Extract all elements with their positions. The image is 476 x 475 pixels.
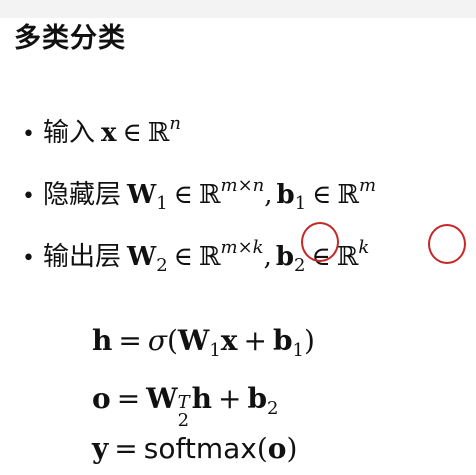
comma: , xyxy=(263,242,272,272)
annotation-circle-k-weight xyxy=(301,222,339,262)
eq-o-scripts: T 2 xyxy=(178,394,190,430)
bullet-dot: • xyxy=(22,122,35,147)
eq-o-bias: b xyxy=(247,382,268,415)
eq-h-equals: = xyxy=(118,324,142,357)
element-of: ∈ xyxy=(312,180,332,210)
input-label: 输入 xyxy=(42,118,95,148)
bullet-input: • 输入 x ∈ ℝ n xyxy=(22,112,181,152)
hidden-bias-dim: m xyxy=(359,175,377,196)
eq-y-lparen: ( xyxy=(256,432,268,465)
hidden-bias-sub: 1 xyxy=(294,193,307,214)
eq-y-equals: = xyxy=(114,432,138,465)
output-bias-dim: k xyxy=(358,237,370,258)
eq-h-lparen: ( xyxy=(166,324,178,357)
hidden-bias: b xyxy=(276,180,295,210)
hidden-weight-sub: 1 xyxy=(156,193,168,214)
eq-o-bias-sub: 2 xyxy=(267,398,279,419)
eq-y-arg: o xyxy=(267,432,287,465)
eq-h-bias: b xyxy=(272,324,293,357)
input-dim: n xyxy=(169,113,181,134)
annotation-circle-k-bias xyxy=(428,224,466,264)
output-bias: b xyxy=(275,242,295,272)
eq-y-lhs: y xyxy=(92,432,109,465)
bullet-dot: • xyxy=(22,246,35,271)
output-weight-sub: 2 xyxy=(156,255,168,276)
element-of: ∈ xyxy=(173,180,193,210)
eq-h-x: x xyxy=(220,324,238,357)
equation-h: h = σ ( W 1 x + b 1 ) xyxy=(92,324,315,364)
eq-o-h: h xyxy=(191,382,212,415)
real-set: ℝ xyxy=(198,242,221,272)
eq-h-sigma: σ xyxy=(147,324,167,357)
eq-h-lhs: h xyxy=(92,324,113,357)
real-set: ℝ xyxy=(198,180,221,210)
eq-o-weight-sub: 2 xyxy=(177,410,190,431)
eq-h-rparen: ) xyxy=(304,324,315,357)
bullet-dot: • xyxy=(22,184,35,209)
eq-o-weight: W xyxy=(146,382,178,415)
eq-y-softmax: softmax xyxy=(143,432,257,465)
element-of: ∈ xyxy=(122,118,142,148)
eq-y-rparen: ) xyxy=(286,432,298,465)
output-bias-sub: 2 xyxy=(294,255,306,276)
comma: , xyxy=(264,180,273,210)
element-of: ∈ xyxy=(173,242,193,272)
eq-o-lhs: o xyxy=(92,382,111,415)
equation-o: o = W T 2 h + b 2 xyxy=(92,382,279,430)
hidden-weight-dim: m×n xyxy=(220,175,265,196)
bullet-hidden: • 隐藏层 W 1 ∈ ℝ m×n , b 1 ∈ ℝ m xyxy=(22,174,376,214)
input-vector: x xyxy=(101,118,117,148)
real-set: ℝ xyxy=(147,118,170,148)
eq-h-weight: W xyxy=(177,324,210,357)
eq-h-weight-sub: 1 xyxy=(209,340,221,361)
slide-title: 多类分类 xyxy=(14,23,126,54)
real-set: ℝ xyxy=(337,180,360,210)
output-label: 输出层 xyxy=(42,242,121,272)
eq-o-equals: = xyxy=(116,382,141,415)
real-set: ℝ xyxy=(336,242,359,272)
hidden-label: 隐藏层 xyxy=(42,180,121,210)
output-weight: W xyxy=(127,242,157,272)
eq-h-bias-sub: 1 xyxy=(292,340,304,361)
equation-y: y = softmax ( o ) xyxy=(92,432,297,472)
eq-h-plus: + xyxy=(243,324,267,357)
output-weight-dim: m×k xyxy=(220,237,264,258)
hidden-weight: W xyxy=(127,180,157,210)
eq-o-plus: + xyxy=(217,382,242,415)
